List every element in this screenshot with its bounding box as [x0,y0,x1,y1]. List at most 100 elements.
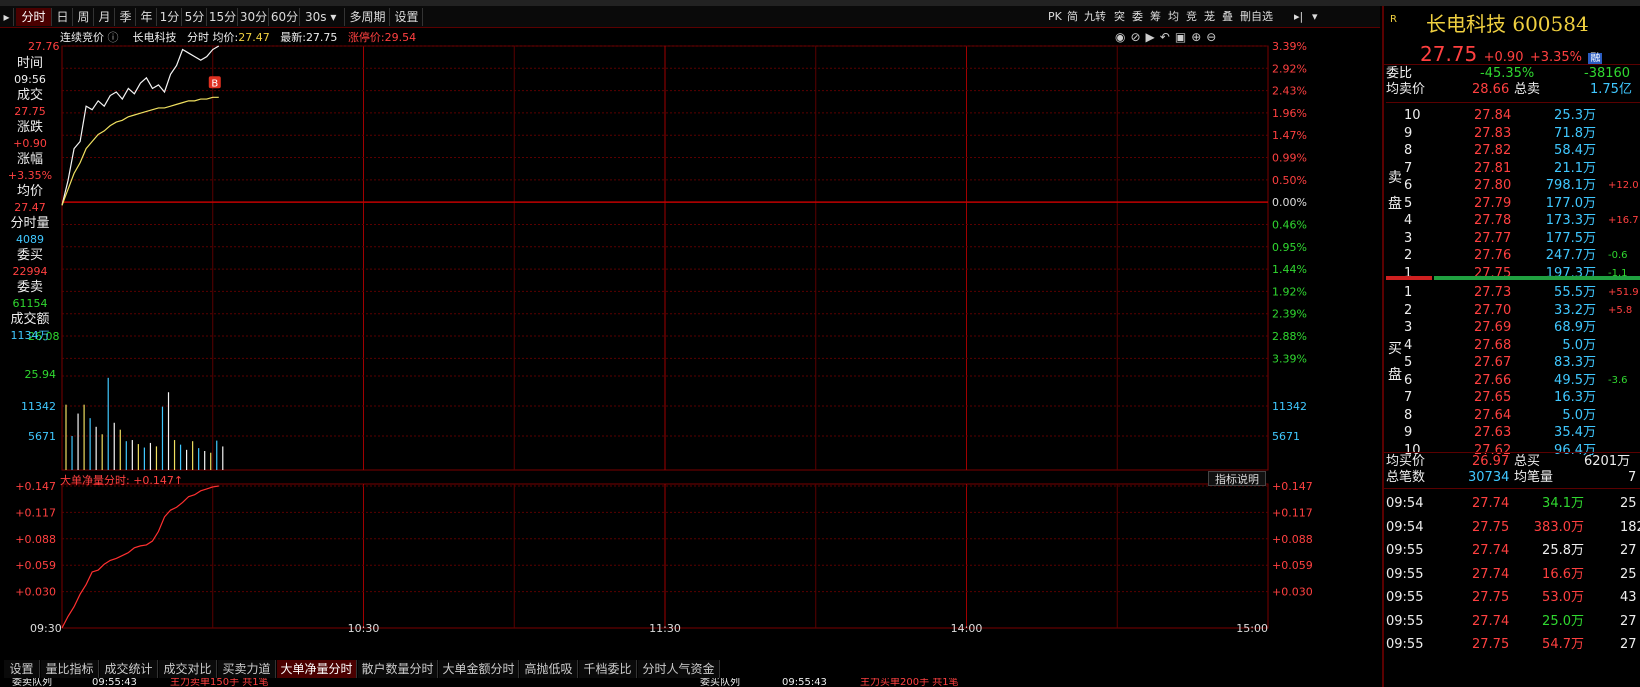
time-tick-label: 15:00 [1236,622,1268,635]
tool-orders[interactable]: 委 [1132,8,1148,26]
time-value: 09:56 [14,73,46,86]
arrow-left-icon[interactable]: ▸| [1294,8,1310,26]
buy-order-row[interactable]: 1 27.73 55.5万 +51.9 [1386,284,1640,302]
askvol-label: 委卖 [16,280,43,295]
buy-price: 27.63 [1474,425,1512,440]
tool-ai[interactable]: 茏 [1204,8,1220,26]
tab-1min[interactable]: 1分 [158,8,182,26]
change-label: 涨跌 [16,120,43,135]
tick-price: 27.74 [1472,496,1510,511]
deal-value: 27.75 [14,105,46,118]
sell-order-row[interactable]: 10 27.84 25.3万 [1386,107,1640,125]
status-bar: 委卖队列 09:55:43 主力卖单150手 共1笔 委买队列 09:55:43… [0,678,1380,687]
tab-15min[interactable]: 15分 [208,8,238,26]
buy-volume: 5.0万 [1562,337,1596,353]
tool-remove-watchlist[interactable]: 刪自选 [1240,8,1292,26]
menu-arrow-icon[interactable]: ▸ [0,8,14,26]
sell-order-row[interactable]: 2 27.76 247.7万 -0.6 [1386,247,1640,265]
buy-order-row[interactable]: 2 27.70 33.2万 +5.8 [1386,302,1640,320]
pct-label: 涨幅 [16,152,43,167]
btab-deal-compare[interactable]: 成交对比 [159,660,217,678]
sell-order-row[interactable]: 8 27.82 58.4万 [1386,142,1640,160]
tool-pk[interactable]: PK [1048,8,1066,26]
tab-multi-period[interactable]: 多周期 [346,8,390,26]
tick-count: 27 [1620,613,1637,629]
tab-week[interactable]: 周 [74,8,94,26]
time-tick-label: 10:30 [348,622,380,635]
avg-trade-label: 均笔量 [1514,470,1554,485]
tool-simple[interactable]: 简 [1067,8,1083,26]
buy-level: 4 [1404,337,1413,353]
btab-big-order-net[interactable]: 大单净量分时 [277,660,357,678]
big-order-net-line [61,485,219,629]
tool-avg[interactable]: 均 [1168,8,1184,26]
buy-order-row[interactable]: 3 27.69 68.9万 [1386,319,1640,337]
tab-30min[interactable]: 30分 [239,8,269,26]
tab-5min[interactable]: 5分 [183,8,207,26]
sell-level: 10 [1404,108,1421,123]
indicator-value: +0.147↑ [133,474,184,487]
sell-volume: 173.3万 [1545,213,1596,228]
tick-price: 27.75 [1472,637,1510,652]
quote-price-row: 27.75 +0.90 +3.35% 融 [1420,42,1603,66]
sell-price: 27.82 [1474,143,1512,158]
margin-badge: 融 [1588,53,1603,64]
sell-volume: 177.5万 [1545,230,1596,246]
sell-order-row[interactable]: 6 27.80 798.1万 +12.0 [1386,177,1640,195]
buy-level: 2 [1404,302,1413,318]
buy-order-row[interactable]: 8 27.64 5.0万 [1386,407,1640,425]
buy-level: 5 [1404,355,1413,370]
buy-order-row[interactable]: 7 27.65 16.3万 [1386,389,1640,407]
buy-order-row[interactable]: 6 27.66 49.5万 -3.6 [1386,372,1640,390]
sell-order-row[interactable]: 4 27.78 173.3万 +16.7 [1386,212,1640,230]
btab-high-low[interactable]: 高抛低吸 [520,660,578,678]
buy-order-row[interactable]: 5 27.67 83.3万 [1386,354,1640,372]
btab-deal-stats[interactable]: 成交统计 [100,660,158,678]
btab-big-order-amount[interactable]: 大单金额分时 [439,660,519,678]
btab-popularity[interactable]: 分时人气资金 [638,660,720,678]
tool-chips[interactable]: 筹 [1150,8,1166,26]
tick-time: 09:55 [1386,566,1424,582]
sell-order-row[interactable]: 7 27.81 21.1万 [1386,160,1640,178]
sell-level: 2 [1404,248,1413,263]
total-trades-value: 30734 [1468,470,1510,485]
buy-order-row[interactable]: 9 27.63 35.4万 [1386,424,1640,442]
sell-order-row[interactable]: 5 27.79 177.0万 [1386,195,1640,213]
tab-settings[interactable]: 设置 [391,8,423,26]
buy-level: 8 [1404,407,1413,423]
btab-retail-count[interactable]: 散户数量分时 [358,660,438,678]
tab-day[interactable]: 日 [53,8,73,26]
buy-change: +5.8 [1608,304,1633,316]
btab-buy-sell-force[interactable]: 买卖力道 [218,660,276,678]
sell-order-row[interactable]: 9 27.83 71.8万 [1386,125,1640,143]
time-tick-label: 09:30 [30,622,62,635]
indicator-tick-label: +0.147 [1272,480,1313,493]
tool-overlay[interactable]: 叠 [1222,8,1238,26]
tab-60min[interactable]: 60分 [270,8,300,26]
btab-order-ratio[interactable]: 千档委比 [579,660,637,678]
tab-fenshi[interactable]: 分时 [16,8,52,26]
indicator-tick-label: +0.088 [1272,533,1313,546]
btab-settings[interactable]: 设置 [4,660,40,678]
tab-quarter[interactable]: 季 [116,8,136,26]
tool-breakout[interactable]: 突 [1114,8,1130,26]
intraday-chart[interactable]: B 3.39% 2.92% 2.43% 1.96% 1.47% 0.99% 0.50% 0.0… [0,40,1320,660]
pct-tick-label: 1.92% [1272,285,1307,298]
tab-year[interactable]: 年 [137,8,157,26]
sell-change: +16.7 [1608,215,1639,226]
sell-order-row[interactable]: 3 27.77 177.5万 [1386,230,1640,248]
tool-jiuzhuan[interactable]: 九转 [1084,8,1112,26]
indicator-line [61,485,219,629]
tool-bid[interactable]: 竞 [1186,8,1202,26]
pct-tick-label: 1.96% [1272,107,1307,120]
btab-volume-ratio[interactable]: 量比指标 [41,660,99,678]
indicator-help-button[interactable]: 指标说明 [1208,471,1266,486]
tab-month[interactable]: 月 [95,8,115,26]
quote-title: 长电科技 600584 [1426,8,1589,37]
buy-order-row[interactable]: 4 27.68 5.0万 [1386,337,1640,355]
minvol-value: 4089 [16,233,44,246]
avg-trade-value: 7 [1628,470,1637,485]
chevron-down-icon[interactable]: ▾ [1312,8,1328,26]
tab-30s[interactable]: 30s ▾ [301,8,345,26]
chart-grid [61,45,1269,629]
